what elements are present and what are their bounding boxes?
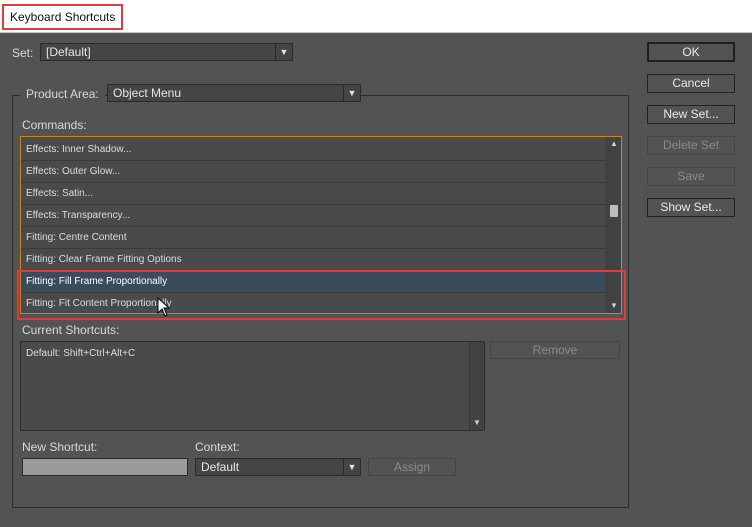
context-value: Default <box>201 460 240 474</box>
list-item[interactable]: Effects: Outer Glow... <box>21 161 607 183</box>
list-item[interactable]: Fitting: Clear Frame Fitting Options <box>21 249 607 271</box>
cancel-button[interactable]: Cancel <box>647 74 735 93</box>
mouse-pointer-icon <box>157 297 171 317</box>
commands-label: Commands: <box>22 118 87 132</box>
assign-button[interactable]: Assign <box>368 458 456 476</box>
list-item[interactable]: Default: Shift+Ctrl+Alt+C <box>26 348 135 359</box>
chevron-down-icon: ▼ <box>275 44 292 60</box>
scroll-down-icon[interactable]: ▼ <box>470 416 484 430</box>
list-item[interactable]: Effects: Transparency... <box>21 205 607 227</box>
new-set-button[interactable]: New Set... <box>647 105 735 124</box>
product-area-dropdown[interactable]: Object Menu ▼ <box>107 84 361 102</box>
title-bar: Keyboard Shortcuts <box>0 0 752 33</box>
set-dropdown[interactable]: [Default] ▼ <box>40 43 293 61</box>
chevron-down-icon: ▼ <box>343 85 360 101</box>
selection-highlight-box <box>17 270 626 320</box>
product-area-value: Object Menu <box>113 86 182 100</box>
scroll-thumb[interactable] <box>610 205 618 217</box>
scroll-up-icon[interactable]: ▲ <box>607 137 621 151</box>
current-shortcuts-list[interactable]: Default: Shift+Ctrl+Alt+C ▼ <box>20 341 485 431</box>
window-title: Keyboard Shortcuts <box>2 4 124 30</box>
show-set-button[interactable]: Show Set... <box>647 198 735 217</box>
shortcuts-scrollbar[interactable]: ▼ <box>469 342 484 430</box>
delete-set-button[interactable]: Delete Set <box>647 136 735 155</box>
context-dropdown[interactable]: Default ▼ <box>195 458 361 476</box>
list-item[interactable]: Fitting: Centre Content <box>21 227 607 249</box>
list-item[interactable]: Effects: Satin... <box>21 183 607 205</box>
product-area-label: Product Area: <box>20 87 105 101</box>
chevron-down-icon: ▼ <box>343 459 360 475</box>
save-button[interactable]: Save <box>647 167 735 186</box>
set-label: Set: <box>12 46 34 60</box>
remove-button[interactable]: Remove <box>490 341 620 359</box>
list-item[interactable]: Effects: Inner Shadow... <box>21 139 607 161</box>
set-value: [Default] <box>46 45 91 59</box>
context-label: Context: <box>195 440 240 454</box>
new-shortcut-field[interactable] <box>22 458 188 476</box>
current-shortcuts-label: Current Shortcuts: <box>22 323 120 337</box>
ok-button[interactable]: OK <box>647 42 735 62</box>
new-shortcut-label: New Shortcut: <box>22 440 98 454</box>
